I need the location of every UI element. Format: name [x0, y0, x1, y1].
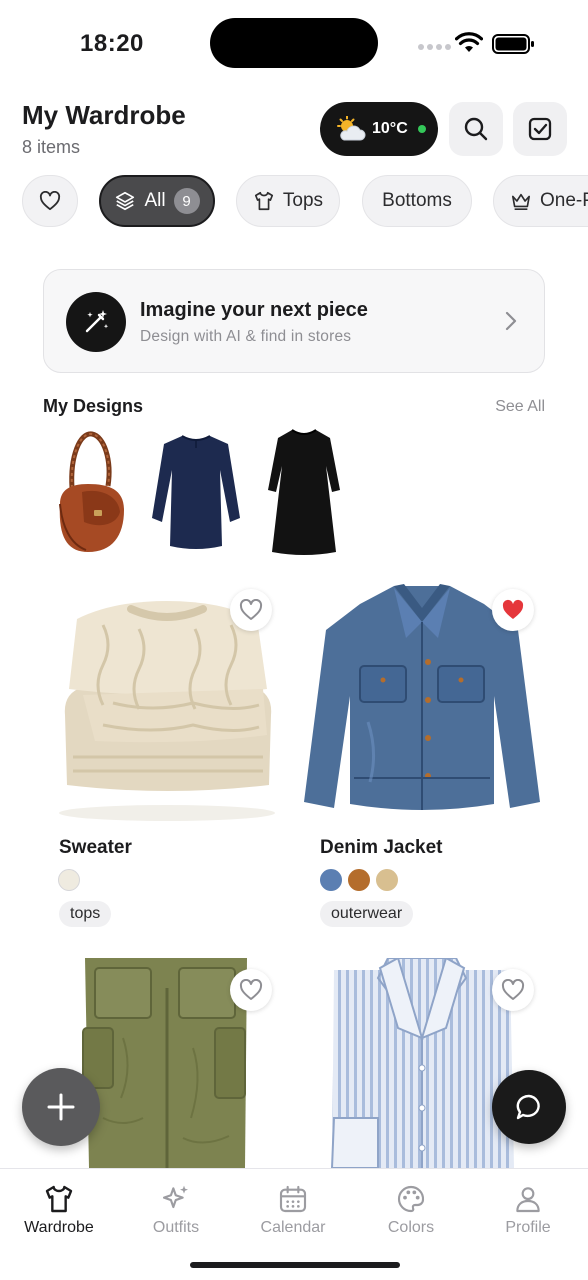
plus-icon: [47, 1093, 75, 1121]
tshirt-icon: [254, 191, 273, 211]
see-all-link[interactable]: See All: [495, 398, 545, 416]
tab-wardrobe[interactable]: Wardrobe: [9, 1183, 109, 1237]
color-swatch: [348, 869, 370, 891]
tshirt-icon: [45, 1185, 73, 1213]
chip-bottoms-label: Bottoms: [382, 190, 452, 211]
partly-sunny-icon: [337, 116, 366, 141]
chip-one-piece-label: One-P: [540, 190, 588, 211]
bag-image[interactable]: [46, 426, 142, 558]
color-swatch: [376, 869, 398, 891]
layers-icon: [116, 191, 135, 211]
heart-outline-icon: [239, 979, 263, 1000]
tab-label: Wardrobe: [24, 1219, 94, 1236]
chip-all-count: 9: [173, 188, 200, 214]
battery-icon: [492, 34, 534, 54]
cellular-signal-icon: [418, 44, 451, 50]
item-name: Denim Jacket: [320, 837, 443, 858]
color-swatch: [58, 869, 80, 891]
tab-calendar[interactable]: Calendar: [243, 1183, 343, 1237]
chat-bubble-icon: [516, 1094, 540, 1120]
chip-bottoms[interactable]: Bottoms: [362, 175, 472, 227]
filter-chips: All 9 Tops Bottoms One-P: [22, 175, 588, 227]
color-swatches: [58, 869, 80, 891]
favorite-button[interactable]: [230, 589, 272, 631]
heart-filled-icon: [502, 599, 524, 619]
wifi-icon: [455, 32, 483, 52]
weather-status-dot: [417, 125, 426, 133]
select-button[interactable]: [513, 102, 567, 156]
tab-label: Calendar: [260, 1219, 326, 1236]
banner-title: Imagine your next piece: [140, 299, 368, 321]
chip-tops[interactable]: Tops: [236, 175, 340, 227]
dynamic-island: [210, 18, 378, 68]
checkbox-icon: [528, 117, 552, 141]
person-icon: [516, 1187, 540, 1213]
favorite-button[interactable]: [492, 969, 534, 1011]
item-name: Sweater: [59, 837, 132, 858]
page-title: My Wardrobe: [22, 100, 186, 130]
tab-label: Outfits: [152, 1219, 200, 1236]
magic-wand-icon: [66, 292, 126, 352]
navy-top-image[interactable]: [148, 426, 244, 558]
chip-favorites[interactable]: [22, 175, 78, 227]
designs-section-title: My Designs: [43, 396, 144, 416]
temperature-label: 10°C: [372, 120, 408, 137]
search-icon: [464, 117, 488, 141]
chat-button[interactable]: [492, 1070, 566, 1144]
black-dress-image[interactable]: [256, 426, 352, 558]
palette-icon: [397, 1185, 425, 1213]
add-item-button[interactable]: [22, 1068, 100, 1146]
heart-outline-icon: [501, 979, 525, 1000]
tab-outfits[interactable]: Outfits: [126, 1183, 226, 1237]
calendar-icon: [279, 1185, 307, 1213]
home-indicator: [190, 1262, 400, 1268]
tab-profile[interactable]: Profile: [478, 1183, 578, 1237]
category-tag: tops: [59, 901, 112, 927]
search-button[interactable]: [449, 102, 503, 156]
crown-icon: [511, 193, 530, 210]
tab-colors[interactable]: Colors: [361, 1183, 461, 1237]
chip-all[interactable]: All 9: [99, 175, 215, 227]
favorite-button[interactable]: [492, 589, 534, 631]
chip-tops-label: Tops: [282, 190, 324, 211]
status-time: 18:20: [80, 30, 144, 57]
tab-label: Colors: [387, 1219, 435, 1236]
chevron-right-icon: [505, 311, 517, 331]
color-swatch: [320, 869, 342, 891]
category-tag: outerwear: [320, 901, 414, 927]
heart-icon: [39, 191, 61, 211]
tab-label: Profile: [505, 1219, 551, 1236]
color-swatches: [320, 869, 398, 891]
chip-one-piece[interactable]: One-P: [493, 175, 588, 227]
status-bar: 18:20: [0, 0, 588, 90]
ai-design-banner[interactable]: Imagine your next piece Design with AI &…: [43, 269, 545, 373]
favorite-button[interactable]: [230, 969, 272, 1011]
banner-subtitle: Design with AI & find in stores: [140, 328, 352, 345]
heart-outline-icon: [239, 599, 263, 620]
weather-button[interactable]: 10°C: [320, 102, 438, 156]
sparkles-icon: [162, 1185, 188, 1209]
chip-all-label: All: [144, 190, 166, 211]
item-count: 8 items: [22, 137, 81, 157]
